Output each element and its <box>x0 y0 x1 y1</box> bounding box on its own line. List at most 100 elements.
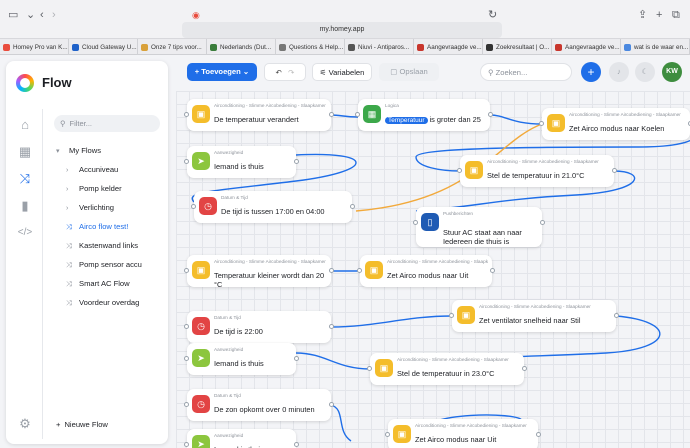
bookmark-item[interactable]: Cloud Gateway U... <box>69 39 138 55</box>
card-input-port[interactable] <box>385 432 390 437</box>
flow-card-airco[interactable]: ▣ Airconditioning - Slimme Aircobediening… <box>367 353 527 385</box>
tree-item[interactable]: › Accuniveau <box>66 162 118 177</box>
undo-icon[interactable]: ↶ <box>275 68 281 77</box>
variables-button[interactable]: ⚟ Variabelen <box>312 63 372 81</box>
home-icon[interactable]: ⌂ <box>16 117 34 133</box>
flow-card-time[interactable]: ◷ Datum & Tijd De zon opkomt over 0 minute… <box>184 389 334 421</box>
card-body: De zon opkomt over 0 minuten <box>214 405 328 414</box>
card-input-port[interactable] <box>449 313 454 318</box>
card-input-port[interactable] <box>191 204 196 209</box>
card-input-port[interactable] <box>184 356 189 361</box>
devices-grid-icon[interactable]: ▦ <box>16 144 34 160</box>
avatar[interactable]: KW <box>662 62 682 82</box>
bookmark-item[interactable]: Zoekresultaat | O... <box>483 39 552 55</box>
bookmark-item[interactable]: Questions & Help... <box>276 39 345 55</box>
card-output-port[interactable] <box>329 402 334 407</box>
card-output-port[interactable] <box>540 220 545 225</box>
flow-card-time[interactable]: ◷ Datum & Tijd De tijd is 22:00 <box>184 311 334 343</box>
sidebar-toggle-icon[interactable]: ▭ <box>8 8 18 22</box>
insights-bars-icon[interactable]: ▮ <box>16 198 34 214</box>
flow-card-airco[interactable]: ▣ Airconditioning - Slimme Aircobediening… <box>539 108 690 140</box>
card-output-port[interactable] <box>612 168 617 173</box>
add-round-button[interactable]: + <box>581 62 601 82</box>
tree-item[interactable]: ⤨ Voordeur overdag <box>66 295 139 310</box>
tab-overview-icon[interactable]: ⧉ <box>672 8 680 22</box>
flow-card-presence[interactable]: ➤AanwezigheidIemand is thuis <box>184 343 299 375</box>
flow-card-airco[interactable]: ▣ Airconditioning - Slimme Aircobediening… <box>357 255 495 287</box>
flow-card-airco[interactable]: ▣ Airconditioning - Slimme Aircobediening… <box>385 419 541 448</box>
new-tab-icon[interactable]: + <box>656 8 662 22</box>
card-output-port[interactable] <box>522 366 527 371</box>
card-output-port[interactable] <box>350 204 355 209</box>
chevron-right-icon: › <box>66 205 69 212</box>
filter-input[interactable]: ⚲ Filter... <box>54 115 160 132</box>
address-bar[interactable]: my.homey.app <box>182 22 502 38</box>
wire-c10-c11 <box>330 315 453 328</box>
card-input-port[interactable] <box>184 112 189 117</box>
flow-card-airco[interactable]: ▣ Airconditioning - Slimme Aircobediening… <box>457 155 617 187</box>
card-input-port[interactable] <box>184 402 189 407</box>
code-icon[interactable]: </> <box>16 225 34 241</box>
card-input-port[interactable] <box>413 220 418 225</box>
card-input-port[interactable] <box>184 324 189 329</box>
save-button[interactable]: ▢ Opslaan <box>379 63 439 81</box>
tree-item[interactable]: ▾ My Flows <box>56 143 101 158</box>
bookmark-item[interactable]: Homey Pro van K... <box>0 39 69 55</box>
card-input-port[interactable] <box>539 121 544 126</box>
redo-icon[interactable]: ↷ <box>288 68 294 77</box>
add-card-button[interactable]: + Toevoegen ⌄ <box>187 63 257 81</box>
card-input-port[interactable] <box>367 366 372 371</box>
card-input-port[interactable] <box>357 268 362 273</box>
airco-device-icon: ▣ <box>547 114 565 132</box>
new-flow-button[interactable]: + Nieuwe Flow <box>56 417 108 432</box>
bookmark-item[interactable]: Aangevraagde ve... <box>552 39 621 55</box>
dark-mode-moon-icon[interactable]: ☾ <box>635 62 655 82</box>
tree-item[interactable]: ⤨ Smart AC Flow <box>66 276 130 291</box>
card-output-port[interactable] <box>488 112 493 117</box>
card-output-port[interactable] <box>490 268 495 273</box>
forward-icon[interactable]: › <box>52 8 56 22</box>
card-output-port[interactable] <box>294 442 299 447</box>
card-output-port[interactable] <box>294 356 299 361</box>
tree-item[interactable]: › Pomp kelder <box>66 181 122 196</box>
share-icon[interactable]: ⇪ <box>638 8 647 22</box>
tree-item[interactable]: ⤨ Pomp sensor accu <box>66 257 142 272</box>
flow-canvas[interactable]: ▣ Airconditioning - Slimme Aircobediening… <box>176 91 690 448</box>
card-output-port[interactable] <box>294 159 299 164</box>
flow-card-time[interactable]: ◷ Datum & Tijd De tijd is tussen 17:00 en … <box>191 191 355 223</box>
chevron-down-icon[interactable]: ⌄ <box>26 8 35 22</box>
card-output-port[interactable] <box>614 313 619 318</box>
card-output-port[interactable] <box>329 268 334 273</box>
flow-card-airco[interactable]: ▣ Airconditioning - Slimme Aircobediening… <box>184 255 334 289</box>
back-icon[interactable]: ‹ <box>40 8 44 22</box>
bookmark-item[interactable]: Niuvi - Antiparos... <box>345 39 414 55</box>
card-output-port[interactable] <box>536 432 541 437</box>
homey-tab-icon[interactable]: ◉ <box>192 8 200 22</box>
card-input-port[interactable] <box>457 168 462 173</box>
flow-card-push[interactable]: ▯ Pushberichten Stuur AC staat aan naar Ie… <box>413 207 545 247</box>
card-input-port[interactable] <box>184 268 189 273</box>
tree-item[interactable]: › Verlichting <box>66 200 114 215</box>
bookmark-item[interactable]: Onze 7 tips voor... <box>138 39 207 55</box>
card-token-tag[interactable]: Temperatuur <box>385 117 428 124</box>
flow-card-logic[interactable]: ▦ Logica Temperatuur is groter dan 25 <box>355 99 493 131</box>
flow-shuffle-icon[interactable]: ⤨ <box>16 171 34 187</box>
bookmark-item[interactable]: wat is de waar en... <box>621 39 690 55</box>
card-input-port[interactable] <box>355 112 360 117</box>
card-input-port[interactable] <box>184 159 189 164</box>
tree-item[interactable]: ⤨ Airco flow test! <box>66 219 128 234</box>
card-output-port[interactable] <box>329 324 334 329</box>
search-input[interactable]: ⚲ Zoeken... <box>480 63 572 81</box>
bookmark-item[interactable]: Aangevraagde ve... <box>414 39 483 55</box>
reload-icon[interactable]: ↻ <box>488 8 497 22</box>
bookmark-item[interactable]: Nederlands (Dut... <box>207 39 276 55</box>
tree-item[interactable]: ⤨ Kastenwand links <box>66 238 138 253</box>
flow-card-airco[interactable]: ▣ Airconditioning - Slimme Aircobediening… <box>449 300 619 332</box>
flow-card-airco[interactable]: ▣ Airconditioning - Slimme Aircobediening… <box>184 99 334 131</box>
notifications-bell-icon[interactable]: ♪ <box>609 62 629 82</box>
flow-card-presence[interactable]: ➤AanwezigheidIemand is thuis <box>184 429 299 448</box>
card-output-port[interactable] <box>329 112 334 117</box>
card-input-port[interactable] <box>184 442 189 447</box>
flow-card-presence[interactable]: ➤AanwezigheidIemand is thuis <box>184 146 299 178</box>
settings-gear-icon[interactable]: ⚙ <box>16 416 34 432</box>
